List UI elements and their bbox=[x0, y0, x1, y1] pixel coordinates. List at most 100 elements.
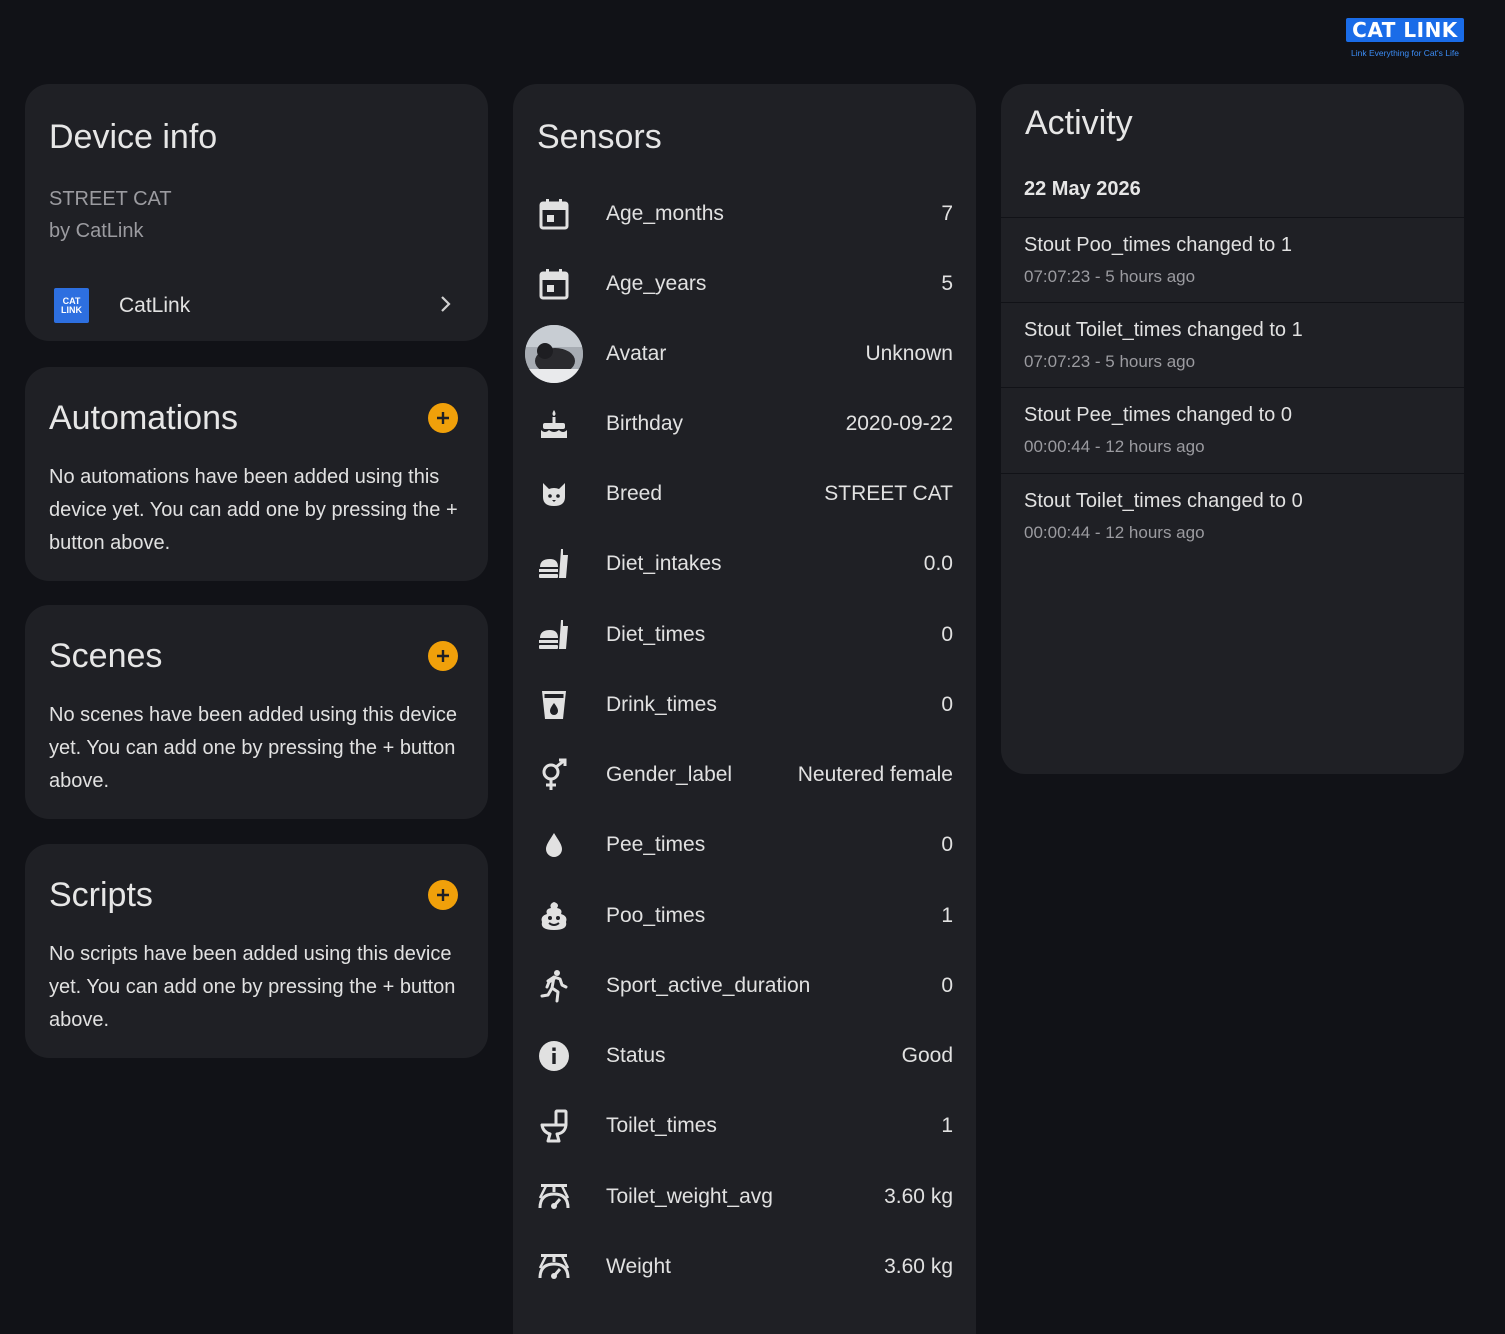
scale-icon bbox=[537, 1250, 571, 1284]
sensor-row-toilet-weight-avg[interactable]: Toilet_weight_avg 3.60 kg bbox=[513, 1159, 976, 1229]
food-icon bbox=[537, 547, 571, 581]
toilet-icon bbox=[537, 1109, 571, 1143]
sensor-value: STREET CAT bbox=[824, 482, 953, 505]
logo-tagline: Link Everything for Cat's Life bbox=[1351, 48, 1459, 58]
sensor-name: Status bbox=[606, 1044, 666, 1067]
sensors-title: Sensors bbox=[537, 118, 662, 156]
sensor-row-toilet-times[interactable]: Toilet_times 1 bbox=[513, 1088, 976, 1158]
sensor-value: Neutered female bbox=[797, 763, 953, 786]
activity-time: 07:07:23 - 5 hours ago bbox=[1024, 267, 1196, 286]
sensor-name: Sport_active_duration bbox=[606, 974, 811, 997]
activity-entry[interactable]: Stout Toilet_times changed to 1 07:07:23… bbox=[1001, 302, 1464, 388]
information-icon bbox=[537, 1039, 571, 1073]
sensor-value: 2020-09-22 bbox=[845, 412, 953, 435]
sensor-name: Poo_times bbox=[606, 904, 706, 927]
chevron-right-icon bbox=[441, 296, 451, 312]
sensor-row-poo-times[interactable]: Poo_times 1 bbox=[513, 878, 976, 948]
sensor-value: 1 bbox=[941, 904, 953, 927]
activity-card: Activity 22 May 2026 Stout Poo_times cha… bbox=[1001, 84, 1464, 774]
sensor-name: Gender_label bbox=[606, 763, 733, 786]
automations-empty-text: No automations have been added using thi… bbox=[49, 466, 458, 554]
calendar-icon bbox=[537, 197, 571, 231]
sensor-value: 0 bbox=[941, 833, 953, 856]
sensor-row-age-months[interactable]: Age_months 7 bbox=[513, 176, 976, 246]
sensor-value: 5 bbox=[941, 272, 953, 295]
scripts-empty-text: No scripts have been added using this de… bbox=[49, 943, 456, 1031]
activity-message: Stout Toilet_times changed to 1 bbox=[1024, 319, 1303, 341]
activity-time: 07:07:23 - 5 hours ago bbox=[1024, 352, 1196, 371]
run-icon bbox=[537, 969, 571, 1003]
sensor-name: Avatar bbox=[606, 342, 667, 365]
sensor-name: Diet_times bbox=[606, 623, 706, 646]
sensor-value: 3.60 kg bbox=[884, 1185, 953, 1208]
activity-message: Stout Toilet_times changed to 0 bbox=[1024, 490, 1303, 512]
scenes-card: Scenes No scenes have been added using t… bbox=[25, 605, 488, 819]
sensor-value: 0 bbox=[941, 693, 953, 716]
cup-water-icon bbox=[537, 688, 571, 722]
sensor-row-drink-times[interactable]: Drink_times 0 bbox=[513, 667, 976, 737]
activity-entry[interactable]: Stout Pee_times changed to 0 00:00:44 - … bbox=[1001, 387, 1464, 473]
gender-icon bbox=[537, 758, 571, 792]
sensor-name: Pee_times bbox=[606, 833, 706, 856]
sensor-name: Age_years bbox=[606, 272, 707, 295]
sensor-name: Toilet_times bbox=[606, 1114, 717, 1137]
device-info-title: Device info bbox=[49, 118, 218, 156]
sensor-row-diet-intakes[interactable]: Diet_intakes 0.0 bbox=[513, 526, 976, 596]
sensor-row-diet-times[interactable]: Diet_times 0 bbox=[513, 597, 976, 667]
activity-time: 00:00:44 - 12 hours ago bbox=[1024, 523, 1205, 542]
sensor-row-sport-active-duration[interactable]: Sport_active_duration 0 bbox=[513, 948, 976, 1018]
activity-message: Stout Pee_times changed to 0 bbox=[1024, 404, 1292, 426]
sensor-row-gender-label[interactable]: Gender_label Neutered female bbox=[513, 737, 976, 807]
sensor-value: 3.60 kg bbox=[884, 1255, 953, 1278]
sensor-row-age-years[interactable]: Age_years 5 bbox=[513, 246, 976, 316]
sensor-row-breed[interactable]: Breed STREET CAT bbox=[513, 456, 976, 526]
sensor-row-status[interactable]: Status Good bbox=[513, 1018, 976, 1088]
add-scene-button[interactable] bbox=[428, 641, 458, 671]
sensors-card: Sensors Age_months 7 Age_years 5 Avatar … bbox=[513, 84, 976, 1334]
integration-link-catlink[interactable]: CAT LINK CatLink bbox=[25, 274, 488, 338]
emoticon-poop-icon bbox=[537, 899, 571, 933]
sensor-name: Weight bbox=[606, 1255, 671, 1278]
sensor-value: 1 bbox=[941, 1114, 953, 1137]
sensor-value: 0 bbox=[941, 623, 953, 646]
sensor-value: 7 bbox=[941, 202, 953, 225]
device-manufacturer: by CatLink bbox=[49, 220, 144, 242]
add-script-button[interactable] bbox=[428, 880, 458, 910]
sensor-value: Unknown bbox=[865, 342, 953, 365]
activity-time: 00:00:44 - 12 hours ago bbox=[1024, 437, 1205, 456]
sensor-value: 0 bbox=[941, 974, 953, 997]
catlink-integration-icon: CAT LINK bbox=[54, 288, 89, 323]
sensor-value: Good bbox=[901, 1044, 953, 1067]
sensor-row-weight[interactable]: Weight 3.60 kg bbox=[513, 1229, 976, 1299]
sensor-row-avatar[interactable]: Avatar Unknown bbox=[513, 316, 976, 386]
sensor-name: Breed bbox=[606, 482, 663, 505]
sensor-name: Birthday bbox=[606, 412, 684, 435]
water-drop-icon bbox=[537, 828, 571, 862]
add-automation-button[interactable] bbox=[428, 403, 458, 433]
automations-title: Automations bbox=[49, 399, 238, 437]
activity-message: Stout Poo_times changed to 1 bbox=[1024, 234, 1292, 256]
sensor-name: Drink_times bbox=[606, 693, 717, 716]
plus-icon bbox=[437, 889, 449, 901]
sensor-row-birthday[interactable]: Birthday 2020-09-22 bbox=[513, 386, 976, 456]
scripts-title: Scripts bbox=[49, 876, 153, 914]
sensor-name: Age_months bbox=[606, 202, 724, 225]
sensor-name: Diet_intakes bbox=[606, 552, 722, 575]
plus-icon bbox=[437, 412, 449, 424]
scenes-empty-text: No scenes have been added using this dev… bbox=[49, 704, 458, 792]
catlink-logo: CAT LINK Link Everything for Cat's Life bbox=[1346, 18, 1464, 62]
calendar-icon bbox=[537, 267, 571, 301]
sensor-value: 0.0 bbox=[923, 552, 953, 575]
sensor-row-pee-times[interactable]: Pee_times 0 bbox=[513, 807, 976, 877]
avatar bbox=[525, 325, 583, 383]
scale-icon bbox=[537, 1180, 571, 1214]
cat-icon bbox=[537, 477, 571, 511]
device-info-card: Device info STREET CAT by CatLink CAT LI… bbox=[25, 84, 488, 341]
automations-card: Automations No automations have been add… bbox=[25, 367, 488, 581]
device-model: STREET CAT bbox=[49, 188, 172, 210]
activity-date-header: 22 May 2026 bbox=[1024, 178, 1141, 200]
activity-entry[interactable]: Stout Poo_times changed to 1 07:07:23 - … bbox=[1001, 217, 1464, 303]
activity-entry[interactable]: Stout Toilet_times changed to 0 00:00:44… bbox=[1001, 473, 1464, 559]
logo-mark: CAT LINK bbox=[1346, 18, 1464, 42]
activity-title: Activity bbox=[1025, 104, 1133, 142]
